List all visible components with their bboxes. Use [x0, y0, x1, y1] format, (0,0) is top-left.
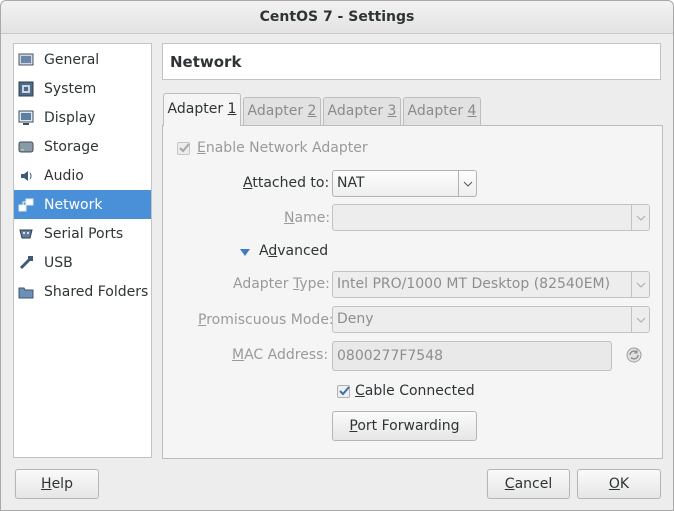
- mac-address-label: MAC Address:: [232, 347, 329, 363]
- sidebar-item-label: Serial Ports: [44, 225, 124, 242]
- sidebar-item-label: USB: [44, 254, 73, 271]
- system-icon: [18, 81, 34, 97]
- mac-address-input[interactable]: 0800277F7548: [332, 341, 612, 371]
- tab-mnemonic: 2: [307, 103, 317, 119]
- shared-folders-icon: [18, 284, 34, 300]
- tab-adapter-2[interactable]: Adapter 2: [243, 97, 321, 125]
- sidebar-item-label: Shared Folders: [44, 283, 149, 300]
- adapter-type-value: Intel PRO/1000 MT Desktop (82540EM): [337, 276, 611, 292]
- checkmark-icon: [179, 143, 190, 153]
- tab-mnemonic: 3: [387, 103, 397, 119]
- tab-label: Adapter: [327, 103, 388, 119]
- adapter-type-label: Adapter Type:: [233, 276, 330, 292]
- mac-address-value: 0800277F7548: [337, 348, 444, 364]
- sidebar-item-label: General: [44, 51, 100, 68]
- usb-icon: [18, 255, 34, 271]
- sidebar-item-serial-ports[interactable]: Serial Ports: [14, 219, 151, 248]
- advanced-toggle-icon[interactable]: [240, 245, 250, 261]
- sidebar-item-usb[interactable]: USB: [14, 248, 151, 277]
- tab-adapter-3[interactable]: Adapter 3: [323, 97, 401, 125]
- chevron-down-icon: [458, 171, 476, 196]
- cancel-button[interactable]: Cancel: [487, 469, 570, 499]
- cable-connected-checkbox[interactable]: [337, 385, 350, 398]
- display-icon: [18, 110, 34, 126]
- sidebar-item-label: Audio: [44, 167, 84, 184]
- tab-label: Adapter: [167, 101, 228, 117]
- cable-connected-label: Cable Connected: [355, 383, 475, 399]
- sidebar-item-label: Network: [44, 196, 103, 213]
- sidebar-item-label: System: [44, 80, 97, 97]
- serial-ports-icon: [18, 226, 34, 242]
- sidebar-item-network[interactable]: Network: [14, 190, 151, 219]
- sidebar-item-system[interactable]: System: [14, 74, 151, 103]
- tab-mnemonic: 4: [467, 103, 477, 119]
- sidebar-item-label: Display: [44, 109, 96, 126]
- sidebar-item-display[interactable]: Display: [14, 103, 151, 132]
- name-label: Name:: [284, 210, 331, 226]
- adapter-type-select[interactable]: Intel PRO/1000 MT Desktop (82540EM): [332, 271, 650, 298]
- promiscuous-mode-label: Promiscuous Mode:: [198, 312, 334, 328]
- sidebar-item-audio[interactable]: Audio: [14, 161, 151, 190]
- chevron-down-icon: [631, 307, 649, 332]
- attached-to-label: Attached to:: [243, 175, 330, 191]
- settings-window: CentOS 7 - Settings General System Displ…: [0, 0, 674, 511]
- tab-label: Adapter: [407, 103, 468, 119]
- promiscuous-mode-value: Deny: [337, 311, 374, 327]
- tab-label: Adapter: [247, 103, 308, 119]
- help-button[interactable]: Help: [15, 469, 99, 499]
- port-forwarding-button[interactable]: Port Forwarding: [332, 411, 477, 441]
- sidebar-item-storage[interactable]: Storage: [14, 132, 151, 161]
- chevron-down-icon: [631, 205, 649, 230]
- ok-button[interactable]: OK: [577, 469, 661, 499]
- refresh-mac-icon[interactable]: [625, 346, 643, 368]
- window-title: CentOS 7 - Settings: [1, 1, 673, 34]
- sidebar-item-general[interactable]: General: [14, 45, 151, 74]
- storage-icon: [18, 139, 34, 155]
- settings-sidebar: General System Display Storage Audio Net…: [13, 43, 152, 458]
- tab-adapter-4[interactable]: Adapter 4: [403, 97, 481, 125]
- attached-to-select[interactable]: NAT: [332, 170, 477, 197]
- general-icon: [18, 52, 34, 68]
- page-title: Network: [162, 43, 661, 80]
- chevron-down-icon: [631, 272, 649, 297]
- audio-icon: [18, 168, 34, 184]
- tab-mnemonic: 1: [227, 101, 237, 117]
- enable-adapter-checkbox[interactable]: [177, 142, 190, 155]
- checkmark-icon: [339, 386, 350, 396]
- advanced-toggle-label[interactable]: Advanced: [259, 243, 328, 259]
- promiscuous-mode-select[interactable]: Deny: [332, 306, 650, 333]
- tab-adapter-1[interactable]: Adapter 1: [163, 93, 241, 126]
- name-select[interactable]: [332, 204, 650, 231]
- network-icon: [18, 197, 34, 213]
- sidebar-item-label: Storage: [44, 138, 99, 155]
- attached-to-value: NAT: [337, 175, 365, 191]
- enable-adapter-label: Enable Network Adapter: [197, 140, 368, 156]
- sidebar-item-shared-folders[interactable]: Shared Folders: [14, 277, 151, 306]
